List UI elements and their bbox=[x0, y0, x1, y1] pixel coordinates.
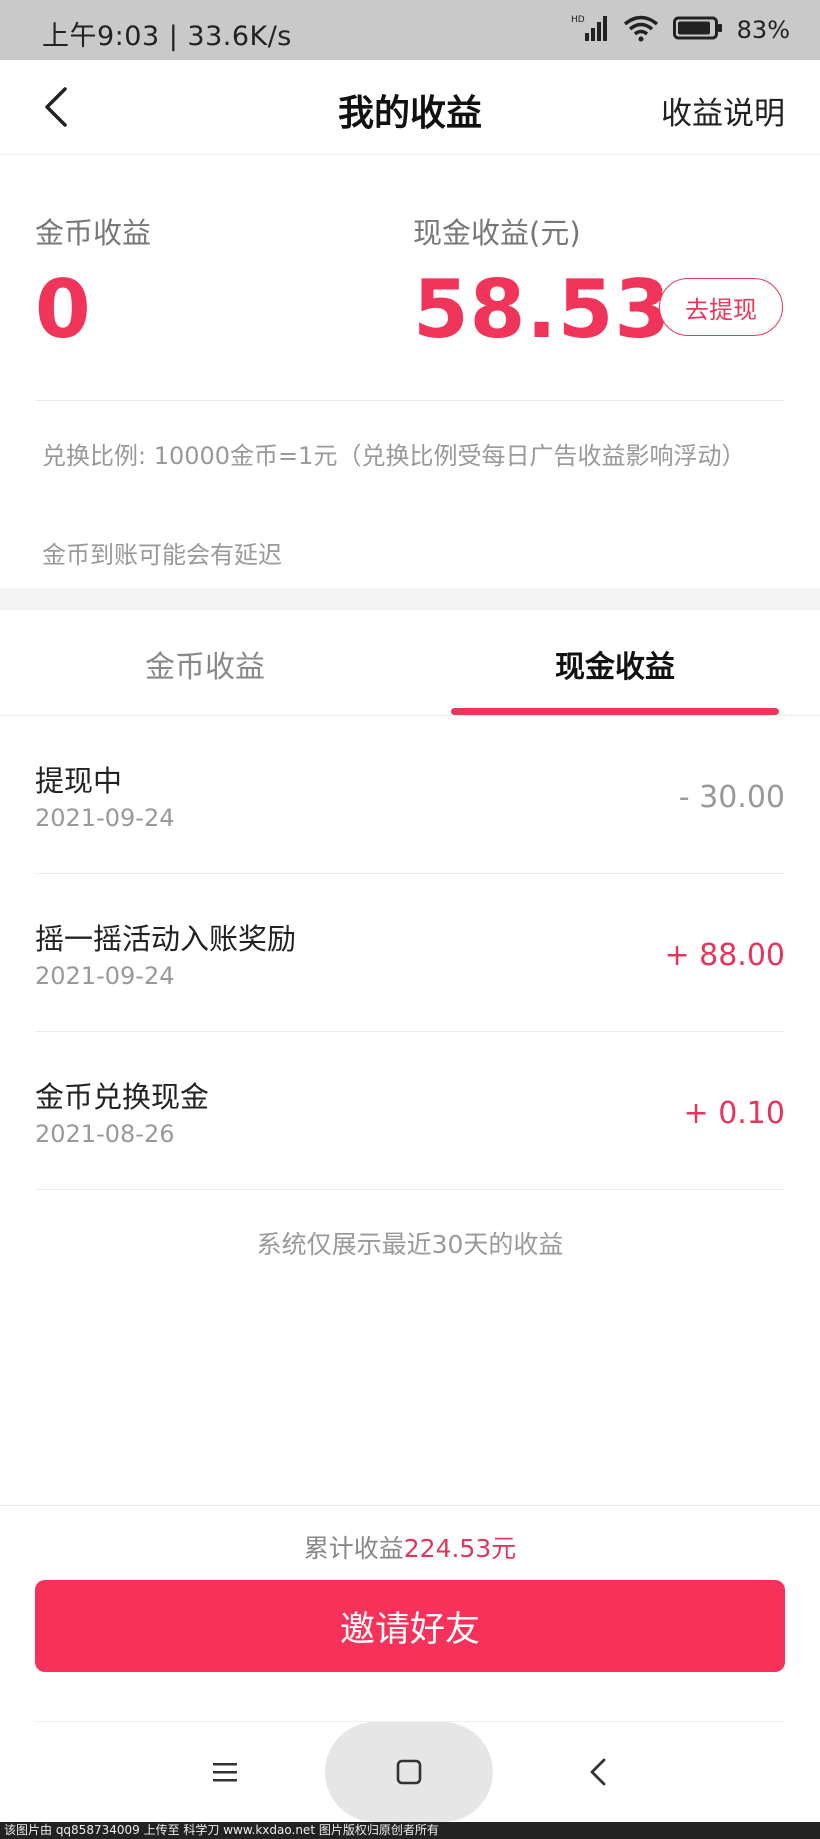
status-icons: HD 83% bbox=[571, 12, 790, 48]
record-title: 金币兑换现金 bbox=[35, 1080, 210, 1114]
menu-icon bbox=[213, 1763, 237, 1782]
divider bbox=[0, 1505, 820, 1506]
invite-friends-button[interactable]: 邀请好友 bbox=[35, 1580, 785, 1672]
active-tab-indicator bbox=[451, 708, 779, 715]
watermark-text: 该图片由 qq858734009 上传至 科学刀 www.kxdao.net 图… bbox=[0, 1822, 820, 1839]
records-note: 系统仅展示最近30天的收益 bbox=[256, 1230, 564, 1259]
status-time-speed: 上午9:03 | 33.6K/s bbox=[42, 21, 292, 52]
signal-icon: HD bbox=[571, 13, 609, 47]
home-button[interactable] bbox=[325, 1722, 493, 1822]
system-back-button[interactable] bbox=[578, 1750, 618, 1794]
record-amount: - 30.00 bbox=[678, 780, 785, 815]
coin-earnings-label: 金币收益 bbox=[35, 216, 152, 250]
earnings-tabs: 金币收益 现金收益 bbox=[0, 610, 820, 716]
earnings-records: 提现中 2021-09-24 - 30.00 摇一摇活动入账奖励 2021-09… bbox=[0, 716, 820, 1190]
record-amount: + 88.00 bbox=[664, 938, 785, 973]
divider bbox=[35, 400, 785, 401]
record-date: 2021-09-24 bbox=[35, 962, 175, 990]
earnings-summary: 金币收益 0 现金收益(元) 58.53 去提现 兑换比例: 10000金币=1… bbox=[0, 155, 820, 587]
list-item[interactable]: 金币兑换现金 2021-08-26 + 0.10 bbox=[35, 1032, 785, 1190]
cash-earnings-label: 现金收益(元) bbox=[413, 216, 581, 250]
battery-icon bbox=[672, 15, 723, 45]
record-title: 提现中 bbox=[35, 764, 123, 798]
wifi-icon bbox=[623, 14, 659, 46]
battery-percent: 83% bbox=[736, 16, 790, 44]
delay-notice: 金币到账可能会有延迟 bbox=[42, 541, 282, 569]
list-item[interactable]: 提现中 2021-09-24 - 30.00 bbox=[35, 716, 785, 874]
back-triangle-icon bbox=[590, 1758, 606, 1786]
system-nav-bar bbox=[0, 1722, 820, 1822]
tab-coin-earnings[interactable]: 金币收益 bbox=[145, 642, 265, 686]
record-date: 2021-08-26 bbox=[35, 1120, 175, 1148]
hd-badge: HD bbox=[571, 15, 585, 25]
exchange-rate-text: 兑换比例: 10000金币=1元（兑换比例受每日广告收益影响浮动） bbox=[42, 442, 746, 470]
withdraw-button[interactable]: 去提现 bbox=[659, 278, 783, 336]
earnings-explanation-link[interactable]: 收益说明 bbox=[661, 88, 785, 133]
record-amount: + 0.10 bbox=[683, 1096, 785, 1131]
status-bar: 上午9:03 | 33.6K/s HD 83% bbox=[0, 0, 820, 60]
list-item[interactable]: 摇一摇活动入账奖励 2021-09-24 + 88.00 bbox=[35, 874, 785, 1032]
menu-button[interactable] bbox=[205, 1752, 245, 1792]
record-date: 2021-09-24 bbox=[35, 804, 175, 832]
nav-bar: 我的收益 收益说明 bbox=[0, 60, 820, 155]
cash-earnings-value: 58.53 bbox=[413, 263, 672, 356]
total-earnings-label: 累计收益 bbox=[303, 1534, 404, 1563]
total-earnings-value: 224.53元 bbox=[403, 1534, 517, 1563]
record-title: 摇一摇活动入账奖励 bbox=[35, 922, 297, 956]
coin-earnings-value: 0 bbox=[35, 263, 91, 356]
home-icon bbox=[396, 1759, 422, 1785]
section-gap bbox=[0, 588, 820, 610]
total-earnings: 累计收益224.53元 bbox=[0, 1529, 820, 1565]
tab-cash-earnings[interactable]: 现金收益 bbox=[555, 642, 675, 686]
